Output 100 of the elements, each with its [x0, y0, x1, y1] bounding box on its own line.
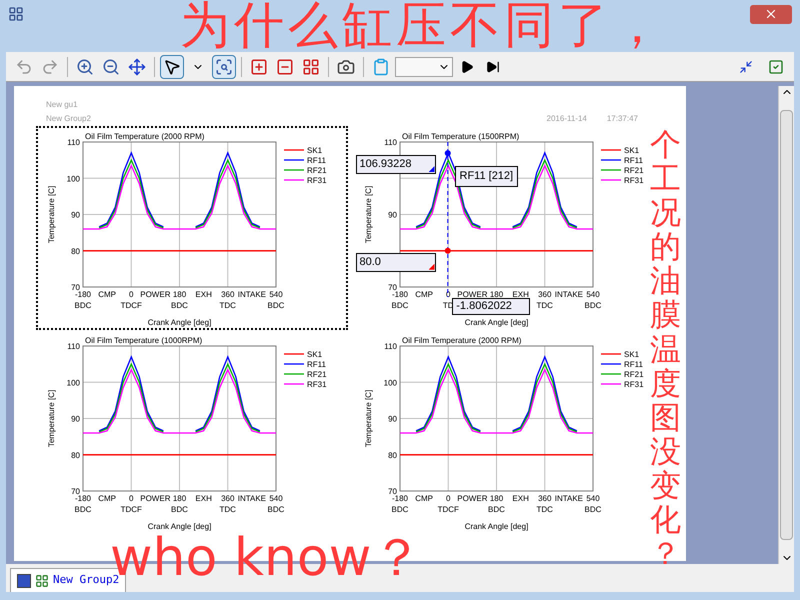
x-tick-label: 540 BDC [584, 290, 601, 310]
close-button[interactable] [750, 4, 792, 24]
undo-icon [15, 58, 33, 76]
y-tick-label: 110 [67, 342, 80, 351]
date-label: 2016-11-14 [546, 113, 587, 125]
zoom-area-button[interactable] [212, 54, 236, 78]
y-tick-label: 100 [66, 378, 80, 388]
x-tick-label: 180 BDC [171, 494, 188, 514]
legend-label: RF31 [624, 176, 644, 185]
square-minus-icon [276, 58, 294, 76]
series-tooltip: RF11 [212] [454, 166, 518, 187]
x-axis-title: Crank Angle [deg] [148, 318, 212, 327]
x-axis-title: Crank Angle [deg] [464, 522, 528, 531]
x-tick-label: 360 TDC [220, 290, 236, 310]
close-icon [764, 7, 778, 21]
phase-label: INTAKE [238, 290, 266, 299]
y-tick-label: 80 [71, 246, 80, 256]
y-tick-label: 90 [71, 414, 80, 424]
x-tick-label: 540 BDC [268, 494, 284, 514]
zoom-in-icon [76, 58, 94, 76]
x-tick-label: 360 TDC [536, 494, 552, 514]
legend-label: SK1 [624, 146, 639, 155]
legend-label: SK1 [624, 350, 639, 359]
time-label: 17:37:47 [606, 113, 638, 125]
phase-label: INTAKE [238, 494, 266, 503]
dropdown-field[interactable] [395, 56, 453, 76]
zoom-out-icon [102, 58, 120, 76]
y-tick-label: 80 [71, 450, 80, 460]
legend-label: RF31 [307, 176, 327, 185]
y-tick-label: 100 [66, 174, 80, 184]
x-axis-title: Crank Angle [deg] [464, 318, 528, 327]
skip-end-icon [486, 60, 500, 74]
x-tick-label: -180 BDC [391, 494, 408, 514]
grid-icon [35, 574, 49, 588]
y-tick-label: 110 [384, 342, 396, 351]
x-tick-label: 360 TDC [536, 290, 552, 310]
phase-label: POWER [456, 494, 487, 503]
legend-label: RF31 [624, 380, 644, 389]
window-icon [17, 574, 31, 588]
chart-title: Oil Film Temperature (2000 RPM) [85, 132, 204, 141]
phase-label: CMP [98, 290, 116, 299]
x-tick-label: 540 BDC [584, 494, 601, 514]
restore-icon [739, 60, 753, 74]
phase-label: EXH [512, 290, 528, 299]
y-axis-title: Temperature [C] [364, 390, 372, 448]
phase-label: POWER [140, 494, 170, 503]
handwritten-note: 为什么缸压不同了， [180, 0, 666, 50]
y-tick-label: 110 [384, 138, 396, 147]
x-tick-label: 180 [489, 290, 503, 299]
phase-label: CMP [414, 290, 433, 299]
scrollbar-thumb[interactable] [780, 110, 793, 540]
legend-label: SK1 [307, 146, 322, 155]
y-tick-label: 70 [388, 487, 396, 496]
chart-title: Oil Film Temperature (1500RPM) [402, 132, 519, 141]
group-name: New gu1 [46, 99, 79, 111]
select-button[interactable] [160, 54, 184, 78]
legend-label: RF21 [307, 166, 327, 175]
x-tick-label: 180 BDC [171, 290, 188, 310]
value-readout: 106.93228 [356, 155, 436, 174]
play-icon [460, 60, 474, 74]
cursor-point [444, 150, 450, 156]
y-tick-label: 90 [388, 414, 396, 424]
legend-label: RF11 [307, 156, 326, 165]
y-tick-label: 70 [71, 487, 80, 496]
x-tick-label: 540 BDC [268, 290, 284, 310]
pointer-icon [163, 58, 181, 76]
square-plus-icon [250, 58, 268, 76]
legend-label: RF21 [307, 370, 327, 379]
phase-label: POWER [456, 290, 487, 299]
chart-title: Oil Film Temperature (2000 RPM) [402, 336, 521, 345]
y-axis-title: Temperature [C] [47, 186, 56, 244]
legend-label: RF11 [624, 360, 642, 369]
phase-label: POWER [140, 290, 170, 299]
phase-label: EXH [195, 290, 212, 299]
legend-label: SK1 [307, 350, 322, 359]
y-axis-title: Temperature [C] [47, 390, 56, 448]
legend-label: RF11 [307, 360, 326, 369]
legend-label: RF11 [624, 156, 642, 165]
phase-label: EXH [512, 494, 528, 503]
phase-label: INTAKE [554, 494, 583, 503]
legend-label: RF21 [624, 166, 644, 175]
phase-label: EXH [195, 494, 212, 503]
y-tick-label: 110 [67, 138, 80, 147]
phase-label: CMP [414, 494, 433, 503]
x-tick-label: 0 TDCF [120, 290, 142, 310]
zoom-area-icon [215, 58, 233, 76]
y-tick-label: 70 [388, 283, 396, 292]
cursor-point [444, 248, 450, 254]
phase-label: INTAKE [554, 290, 583, 299]
move-icon [128, 58, 146, 76]
group-name: New Group2 [46, 113, 91, 125]
legend-label: RF21 [624, 370, 644, 379]
clipboard-icon [372, 58, 390, 76]
legend-label: RF31 [307, 380, 327, 389]
y-tick-label: 90 [388, 210, 396, 220]
grid-icon [302, 58, 320, 76]
value-readout: 80.0 [356, 252, 436, 272]
y-tick-label: 70 [71, 283, 80, 292]
chart-title: Oil Film Temperature (1000RPM) [85, 336, 202, 345]
x-readout: -1.8062022 [452, 298, 530, 315]
